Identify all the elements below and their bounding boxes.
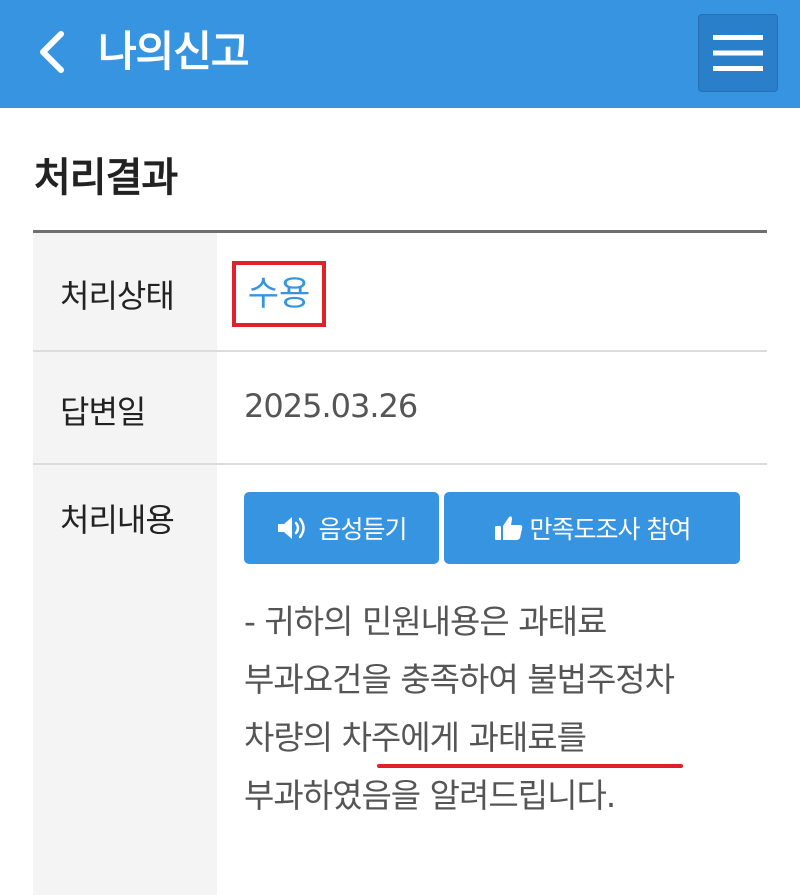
page-title: 나의신고 — [98, 27, 250, 76]
content-label: 처리내용 — [60, 501, 175, 539]
answer-date-label-cell: 답변일 — [33, 352, 217, 463]
content-row: 처리내용 음성듣기 만족도조사 참여 - 귀하의 민원내용은 과태료 부과요건을… — [33, 465, 767, 895]
app-header: 나의신고 — [0, 0, 800, 108]
status-value: 수용 — [247, 274, 311, 314]
menu-button[interactable] — [698, 14, 778, 92]
survey-button-label: 만족도조사 참여 — [529, 515, 692, 544]
listen-button-label: 음성듣기 — [318, 515, 407, 544]
answer-date-value: 2025.03.26 — [244, 387, 418, 425]
result-table: 처리상태 수용 답변일 2025.03.26 처리내용 음성듣기 만족도조사 참… — [33, 230, 767, 895]
hamburger-menu-icon — [713, 33, 763, 73]
answer-date-row: 답변일 2025.03.26 — [33, 352, 767, 465]
back-button[interactable] — [22, 20, 82, 84]
emphasis-underline — [377, 764, 683, 768]
section-title: 처리결과 — [34, 155, 178, 201]
answer-date-label: 답변일 — [60, 393, 146, 431]
survey-button[interactable]: 만족도조사 참여 — [444, 492, 740, 564]
listen-button[interactable]: 음성듣기 — [244, 492, 439, 564]
content-text: - 귀하의 민원내용은 과태료 부과요건을 충족하여 불법주정차 차량의 차주에… — [244, 602, 675, 815]
content-label-cell: 처리내용 — [33, 465, 217, 895]
status-label: 처리상태 — [60, 277, 175, 315]
status-label-cell: 처리상태 — [33, 233, 217, 350]
chevron-left-icon — [35, 30, 69, 74]
status-highlight-box: 수용 — [232, 261, 326, 327]
thumbs-up-icon — [494, 514, 524, 542]
status-row: 처리상태 수용 — [33, 233, 767, 352]
speaker-icon — [276, 514, 312, 542]
